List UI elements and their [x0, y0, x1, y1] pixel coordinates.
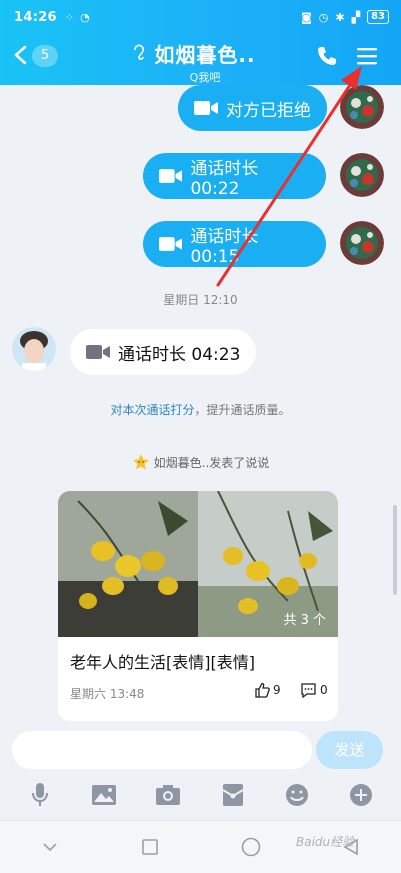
camera-icon: [156, 785, 181, 805]
camera-button[interactable]: [154, 782, 182, 808]
image-button[interactable]: [90, 782, 118, 808]
input-toolbar: [0, 778, 401, 812]
my-avatar[interactable]: [340, 153, 384, 197]
scrollbar[interactable]: [393, 505, 397, 595]
comment-button[interactable]: 0: [300, 682, 328, 698]
image-icon: [92, 785, 117, 805]
chat-subtitle: Q我吧: [189, 71, 221, 84]
comment-count: 0: [320, 683, 328, 697]
emoji-button[interactable]: [283, 782, 311, 808]
post-notice-text: 如烟暮色..发表了说说: [153, 456, 270, 470]
microphone-icon: [32, 783, 49, 806]
signal-icon: ▞: [351, 10, 361, 24]
message-text: 对方已拒绝: [226, 100, 311, 121]
nav-home-button[interactable]: [236, 832, 266, 862]
rate-call-text: ，提升通话质量。: [194, 403, 291, 417]
input-area: 发送: [0, 730, 401, 820]
chevron-down-icon: [43, 843, 57, 852]
incoming-message[interactable]: 通话时长 04:23: [70, 329, 257, 375]
post-notice: 如烟暮色..发表了说说: [0, 453, 401, 471]
shared-post-card[interactable]: 共 3 个 老年人的生活[表情][表情] 星期六 13:48 9 0: [58, 491, 338, 721]
nav-recents-button[interactable]: [135, 832, 165, 862]
status-left-icons: ⁘ ◔: [65, 11, 90, 24]
square-icon: [142, 839, 159, 855]
phone-call-icon[interactable]: [316, 45, 338, 67]
message-input[interactable]: [12, 731, 312, 769]
red-packet-icon: [222, 784, 244, 806]
message-text: 通话时长 00:22: [190, 158, 259, 199]
chat-title-area[interactable]: 如烟暮色.. Q我吧: [120, 39, 290, 85]
video-call-icon: [159, 237, 183, 251]
status-time: 14:26: [14, 9, 57, 25]
voice-input-button[interactable]: [26, 782, 54, 808]
video-call-icon: [86, 345, 110, 359]
watermark: Baidu经验: [296, 835, 355, 849]
my-avatar[interactable]: [340, 221, 384, 265]
wifi-icon: ◔: [80, 10, 90, 24]
battery-indicator: 83: [367, 10, 389, 24]
message-timestamp: 星期日 12:10: [163, 293, 238, 307]
ear-icon: [134, 43, 146, 65]
post-time: 星期六 13:48: [70, 687, 145, 701]
nfc-icon: ◙: [301, 10, 312, 24]
comment-icon: [301, 683, 316, 698]
video-call-icon: [194, 101, 218, 115]
red-packet-button[interactable]: [219, 782, 247, 808]
thumbs-up-icon: [255, 682, 270, 698]
nav-back-button[interactable]: [35, 832, 65, 862]
star-icon: [132, 454, 149, 470]
chat-area[interactable]: 对方已拒绝 通话时长 00:22 通话时长 00:15 星期日 12:10 通话…: [0, 85, 401, 730]
message-text: 通话时长 04:23: [118, 344, 241, 365]
post-text: 老年人的生活[表情][表情]: [70, 653, 255, 672]
like-button[interactable]: 9: [254, 682, 281, 698]
photo-count-label: 共 3 个: [283, 613, 326, 628]
message-text: 通话时长 00:15: [190, 226, 259, 267]
circle-icon: [241, 837, 260, 857]
network-icon: ⁘: [64, 10, 75, 24]
chat-header: 14:26 ⁘ ◔ ◙ ◷ ✱ ▞ 83 5 如烟暮色.. Q我吧: [0, 0, 401, 85]
back-arrow-icon[interactable]: [12, 45, 30, 65]
like-count: 9: [273, 683, 281, 697]
outgoing-message[interactable]: 对方已拒绝: [178, 85, 327, 131]
rate-call-line: 对本次通话打分，提升通话质量。: [0, 401, 401, 418]
send-button[interactable]: 发送: [316, 731, 383, 769]
bluetooth-icon: ✱: [335, 10, 345, 24]
menu-icon[interactable]: [356, 46, 378, 66]
outgoing-message[interactable]: 通话时长 00:22: [143, 153, 326, 199]
status-bar: 14:26 ⁘ ◔ ◙ ◷ ✱ ▞ 83: [14, 7, 389, 27]
outgoing-message[interactable]: 通话时长 00:15: [143, 221, 326, 267]
rate-call-link[interactable]: 对本次通话打分: [110, 403, 194, 417]
unread-count-badge[interactable]: 5: [32, 45, 58, 67]
emoji-icon: [285, 784, 308, 806]
plus-icon: [349, 784, 372, 806]
video-call-icon: [159, 169, 183, 183]
more-button[interactable]: [347, 782, 375, 808]
status-right-icons: ◙ ◷ ✱ ▞ 83: [301, 10, 389, 24]
my-avatar[interactable]: [340, 85, 384, 129]
contact-avatar[interactable]: [12, 327, 56, 371]
alarm-icon: ◷: [318, 10, 329, 24]
